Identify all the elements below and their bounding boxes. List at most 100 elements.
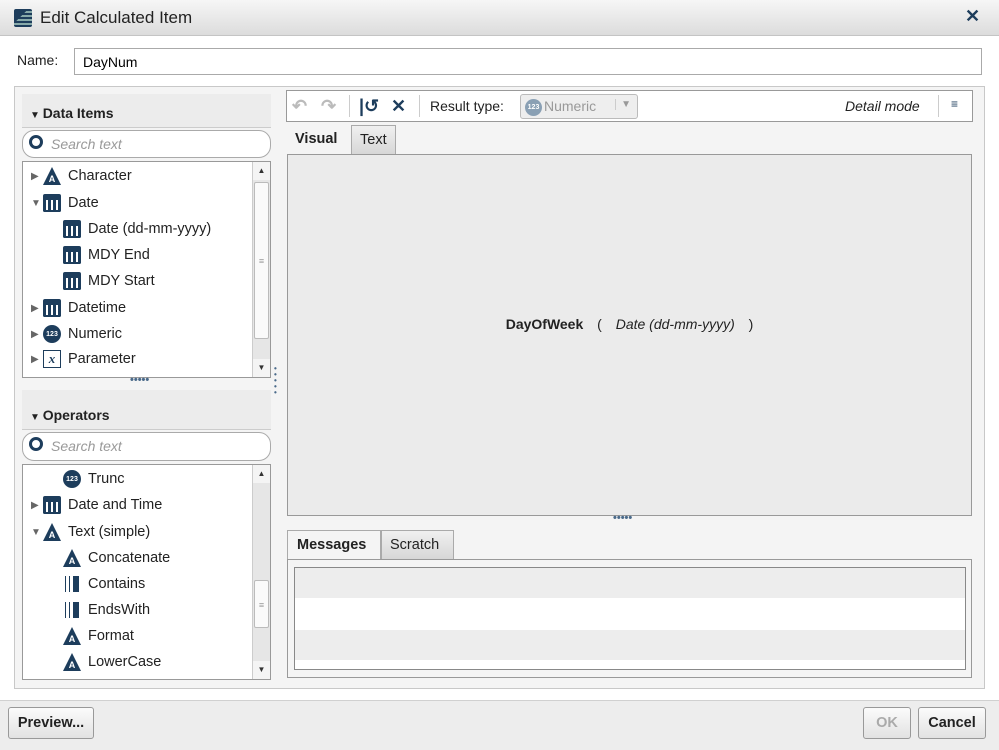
scroll-down-button[interactable]: ▼ [253, 359, 270, 377]
scroll-down-button[interactable]: ▼ [253, 661, 270, 679]
collapsed-arrow-icon[interactable]: ▶ [31, 171, 43, 182]
datetime-icon [43, 299, 61, 317]
data-items-header[interactable]: ▼ Data Items [22, 94, 271, 128]
tab-visual[interactable]: Visual [287, 125, 346, 155]
tree-item-label: Contains [88, 576, 146, 592]
tab-scratch[interactable]: Scratch [381, 530, 454, 560]
tab-messages[interactable]: Messages [287, 530, 381, 560]
name-input[interactable] [74, 48, 982, 75]
character-icon: A [63, 653, 81, 671]
menu-icon[interactable]: ≡ [951, 97, 958, 111]
scrollbar[interactable]: ▲ ≡ ▼ [252, 465, 270, 679]
scrollbar[interactable]: ▲ ≡ ▼ [252, 162, 270, 377]
tree-item-label: Concatenate [88, 550, 171, 566]
collapsed-arrow-icon[interactable]: ▶ [31, 354, 43, 365]
reset-icon[interactable]: |↺ [359, 96, 379, 117]
expanded-arrow-icon[interactable]: ▼ [31, 198, 43, 209]
scroll-thumb[interactable]: ≡ [254, 580, 269, 628]
tree-item[interactable]: ▼ A Text (simple) [31, 521, 150, 543]
tree-item[interactable]: Date (dd-mm-yyyy) [63, 218, 211, 240]
tree-item-label: Datetime [68, 300, 127, 316]
tree-item-label: Format [88, 628, 134, 644]
character-icon: A [43, 523, 61, 541]
title-bar: Edit Calculated Item ✕ [0, 0, 999, 36]
undo-icon[interactable]: ↶ [292, 96, 307, 117]
messages-panel [287, 559, 972, 678]
clear-icon[interactable]: ✕ [391, 96, 406, 117]
splitter-handle[interactable]: ••••• [130, 374, 149, 386]
visual-editor[interactable]: DayOfWeek ( Date (dd-mm-yyyy) ) [287, 154, 972, 516]
numeric-icon: 123 [525, 98, 542, 116]
expanded-arrow-icon[interactable]: ▼ [31, 527, 43, 538]
tree-item[interactable]: ▶ x Parameter [31, 348, 136, 370]
function-name[interactable]: DayOfWeek [506, 316, 584, 332]
messages-list [294, 567, 966, 670]
open-paren: ( [597, 316, 602, 332]
character-icon: A [63, 627, 81, 645]
close-paren: ) [748, 316, 754, 332]
tree-item[interactable]: 123 Trunc [63, 468, 125, 490]
tree-item[interactable]: EndsWith [63, 599, 150, 621]
splitter-handle[interactable]: ••••• [613, 512, 632, 524]
detail-mode-link[interactable]: Detail mode [845, 98, 920, 114]
scroll-up-button[interactable]: ▲ [253, 162, 270, 180]
cancel-button[interactable]: Cancel [918, 707, 986, 739]
search-icon [29, 437, 43, 451]
search-placeholder: Search text [51, 136, 122, 152]
tree-item[interactable]: ▶ Datetime [31, 297, 126, 319]
tree-item[interactable]: A LowerCase [63, 651, 161, 673]
data-items-title: Data Items [42, 105, 114, 121]
tree-item-label: MDY Start [88, 273, 155, 289]
collapsed-arrow-icon[interactable]: ▶ [31, 500, 43, 511]
data-items-tree: ▶ x Parameter ▶ 123 Numeric ▶ Datetime MDY Start… [22, 161, 271, 378]
tree-item[interactable]: ▼ Date [31, 192, 99, 214]
tree-item-label: Trunc [88, 471, 125, 487]
collapse-icon: ▼ [30, 110, 43, 121]
tree-item-label: Date (dd-mm-yyyy) [88, 221, 212, 237]
redo-icon[interactable]: ↷ [321, 96, 336, 117]
date-icon [63, 220, 81, 238]
collapsed-arrow-icon[interactable]: ▶ [31, 329, 43, 340]
operators-search[interactable]: Search text [22, 432, 271, 461]
calculated-item-icon [14, 9, 32, 27]
tree-item[interactable]: ▶ 123 Numeric [31, 323, 122, 345]
boolean-icon [63, 602, 81, 618]
result-type-value: Numeric [544, 98, 597, 114]
tree-item[interactable]: A Format [63, 625, 134, 647]
scroll-up-button[interactable]: ▲ [253, 465, 270, 483]
tree-item-label: Date and Time [68, 497, 163, 513]
chevron-down-icon: ▼ [615, 99, 631, 110]
tree-item[interactable]: A Concatenate [63, 547, 170, 569]
tree-item-label: Parameter [68, 351, 136, 367]
tree-item-label: LowerCase [88, 654, 162, 670]
expression: DayOfWeek ( Date (dd-mm-yyyy) ) [288, 316, 971, 332]
close-icon[interactable]: ✕ [965, 6, 980, 27]
operators-header[interactable]: ▼ Operators [22, 390, 271, 430]
name-label: Name: [17, 52, 59, 68]
operators-title: Operators [42, 407, 110, 423]
tree-item[interactable]: Contains [63, 573, 145, 595]
tree-item-label: Character [68, 168, 132, 184]
operators-tree: A LowerCase A Format EndsWith Contains A Concat… [22, 464, 271, 680]
tree-item[interactable]: MDY End [63, 244, 150, 266]
collapsed-arrow-icon[interactable]: ▶ [31, 303, 43, 314]
numeric-icon: 123 [63, 470, 81, 488]
tree-item[interactable]: MDY Start [63, 270, 155, 292]
result-type-select[interactable]: 123 Numeric ▼ [520, 94, 638, 119]
data-items-search[interactable]: Search text [22, 130, 271, 158]
scroll-thumb[interactable]: ≡ [254, 182, 269, 339]
date-icon [43, 194, 61, 212]
tab-text[interactable]: Text [351, 125, 396, 155]
tree-item-label: MDY End [88, 247, 150, 263]
vertical-splitter-handle[interactable]: • • • • • [274, 365, 278, 397]
ok-button[interactable]: OK [863, 707, 911, 739]
tree-item-label: Date [68, 195, 99, 211]
tree-item-label: Text (simple) [68, 524, 151, 540]
expression-toolbar: ↶ ↷ |↺ ✕ Result type: 123 Numeric ▼ Detai… [286, 90, 973, 122]
argument-item[interactable]: Date (dd-mm-yyyy) [616, 316, 735, 332]
parameter-icon: x [43, 350, 61, 368]
search-icon [29, 135, 43, 149]
preview-button[interactable]: Preview... [8, 707, 94, 739]
tree-item[interactable]: ▶ Date and Time [31, 494, 162, 516]
tree-item[interactable]: ▶ A Character [31, 165, 132, 187]
